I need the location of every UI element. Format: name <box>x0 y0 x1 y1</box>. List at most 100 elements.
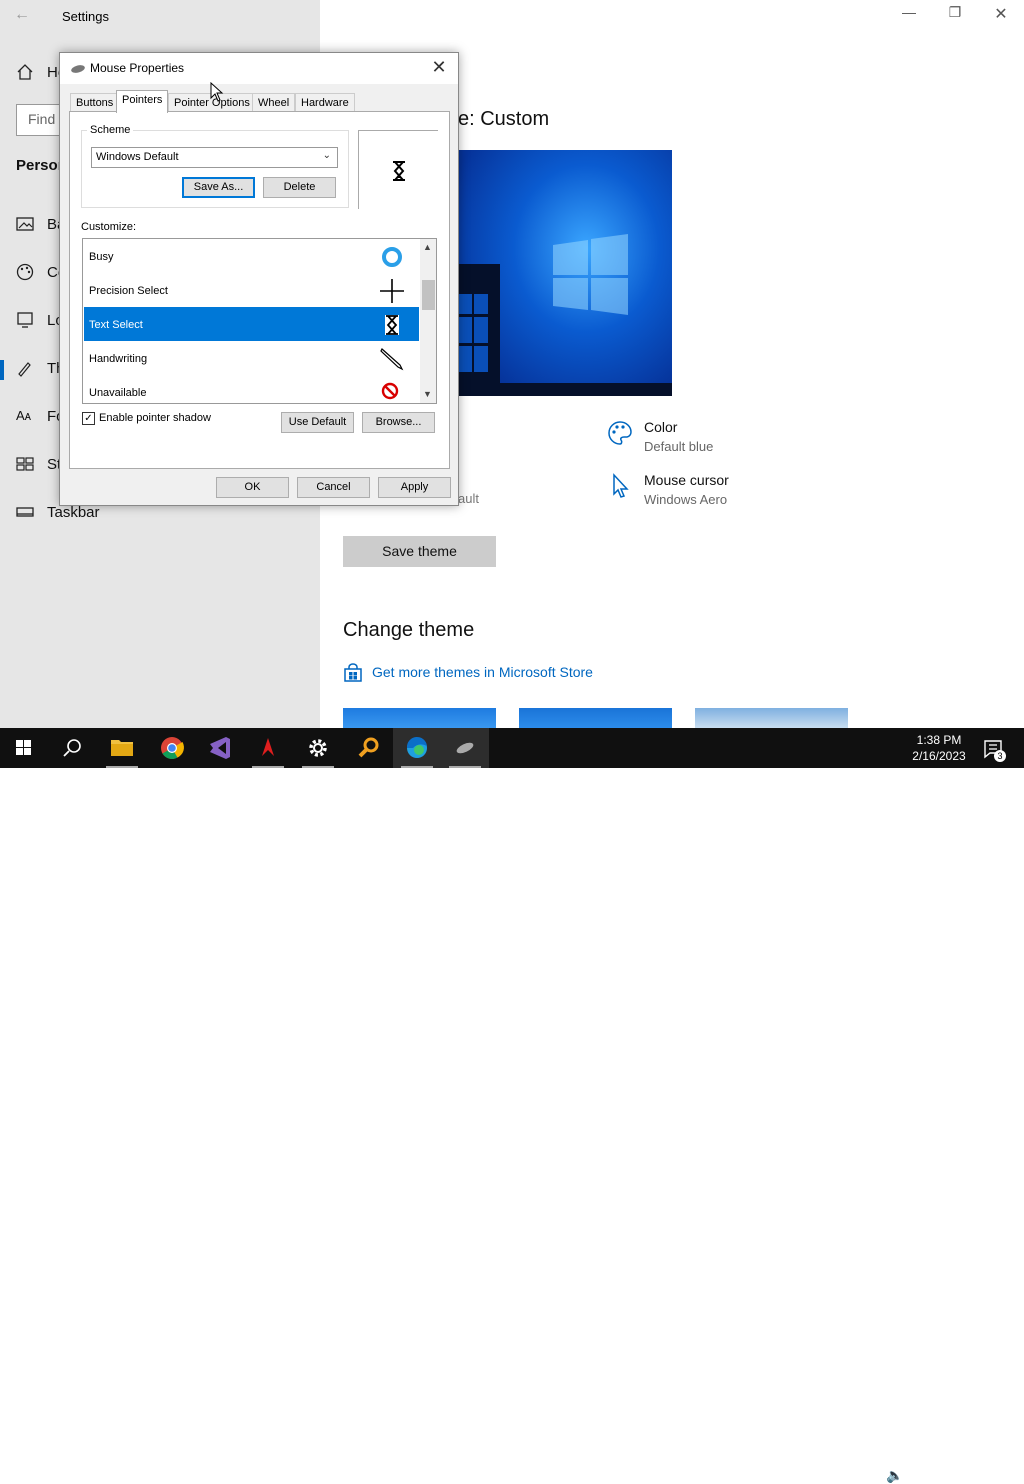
scheme-label: Scheme <box>87 124 134 136</box>
file-explorer-button[interactable] <box>98 728 146 768</box>
theme-thumbnail[interactable] <box>519 708 672 728</box>
mouse-pointer-icon <box>210 82 224 102</box>
use-default-button[interactable]: Use Default <box>281 412 354 433</box>
mouse-properties-dialog: Mouse Properties ✕ Buttons Pointers Poin… <box>59 52 459 506</box>
taskbar-icon <box>16 507 34 517</box>
list-item[interactable]: Text Select <box>84 307 419 341</box>
cursor-list[interactable]: Busy Precision Select Text Select Handwr… <box>82 238 437 404</box>
scheme-value: Windows Default <box>96 151 179 163</box>
scheme-dropdown[interactable]: Windows Default ⌄ <box>91 147 338 168</box>
current-theme-title: e: Custom <box>458 108 550 130</box>
search-app-button[interactable] <box>344 728 392 768</box>
windows-logo-icon <box>16 740 31 755</box>
notification-badge: 3 <box>994 750 1006 762</box>
palette-icon <box>608 421 632 445</box>
apply-button[interactable]: Apply <box>378 477 451 498</box>
pointer-icon <box>613 473 629 498</box>
list-item[interactable]: Precision Select <box>84 273 419 307</box>
gear-icon <box>309 739 327 757</box>
color-title: Color <box>644 419 678 435</box>
folder-icon <box>111 740 133 756</box>
background-icon <box>16 217 34 231</box>
busy-ring-icon <box>382 247 402 267</box>
magnifier-app-icon <box>358 737 379 758</box>
mouse-properties-button[interactable] <box>441 728 489 768</box>
app-button[interactable] <box>244 728 292 768</box>
theme-thumbnail[interactable] <box>695 708 848 728</box>
list-item[interactable]: Unavailable <box>84 375 419 403</box>
hourglass-icon <box>385 315 399 335</box>
visual-studio-icon <box>210 737 230 759</box>
minimize-button[interactable]: — <box>894 4 924 20</box>
clock-time: 1:38 PM <box>916 733 962 747</box>
settings-app-button[interactable] <box>294 728 342 768</box>
home-icon <box>17 64 33 80</box>
visual-studio-button[interactable] <box>196 728 244 768</box>
mouse-icon <box>71 65 85 73</box>
change-theme-heading: Change theme <box>343 619 475 641</box>
color-value: Default blue <box>644 439 714 454</box>
list-item[interactable]: Busy <box>84 239 419 273</box>
store-icon <box>344 663 362 682</box>
taskbar: ⌃ ⚖ □ 🔈 3 <box>0 728 1024 1483</box>
chrome-icon <box>161 737 184 759</box>
pen-icon <box>380 348 404 371</box>
dialog-titlebar[interactable]: Mouse Properties ✕ <box>60 53 458 84</box>
lock-screen-icon <box>17 312 33 328</box>
scroll-down-icon[interactable]: ▼ <box>423 389 432 399</box>
unavailable-icon <box>381 382 399 400</box>
sidebar-item-label: Taskbar <box>47 504 100 521</box>
search-icon <box>63 739 81 757</box>
dialog-title: Mouse Properties <box>90 61 185 75</box>
checkbox-check-icon[interactable]: ✓ <box>82 412 95 425</box>
list-scrollbar[interactable]: ▲ ▼ <box>420 239 436 403</box>
cursor-value: Windows Aero <box>644 492 728 507</box>
cursor-title: Mouse cursor <box>644 472 729 488</box>
colors-icon <box>16 263 34 281</box>
cancel-button[interactable]: Cancel <box>297 477 370 498</box>
search-button[interactable] <box>48 728 96 768</box>
themes-icon <box>18 362 31 377</box>
maximize-button[interactable]: ❐ <box>940 4 970 21</box>
search-placeholder: Find <box>28 111 56 127</box>
save-as-button[interactable]: Save As... <box>182 177 255 198</box>
clock[interactable]: 1:38 PM 2/16/2023 <box>906 732 972 764</box>
start-button[interactable] <box>0 728 48 768</box>
scroll-up-icon[interactable]: ▲ <box>423 242 432 252</box>
save-theme-button[interactable]: Save theme <box>343 536 496 567</box>
mouse-icon <box>456 742 474 754</box>
cursor-preview <box>358 130 438 209</box>
tab-pointers[interactable]: Pointers <box>116 90 169 113</box>
edge-button[interactable] <box>393 728 441 768</box>
chrome-button[interactable] <box>148 728 196 768</box>
scroll-thumb[interactable] <box>422 280 435 310</box>
settings-title: Settings <box>62 9 109 24</box>
list-item[interactable]: Handwriting <box>84 341 419 375</box>
preview-taskbar <box>458 383 672 396</box>
app-red-icon <box>262 738 274 756</box>
customize-label: Customize: <box>81 221 137 233</box>
ok-button[interactable]: OK <box>216 477 289 498</box>
action-center-button[interactable]: 3 <box>982 732 1022 764</box>
volume-icon[interactable]: 🔈 <box>886 1467 903 1484</box>
hourglass-icon <box>393 161 405 181</box>
tab-hardware[interactable]: Hardware <box>295 93 355 112</box>
fonts-icon: Aᴀ <box>16 408 32 423</box>
tab-wheel[interactable]: Wheel <box>252 93 296 112</box>
dialog-close-button[interactable]: ✕ <box>428 57 450 78</box>
theme-thumbnail[interactable] <box>343 708 496 728</box>
start-icon <box>16 457 34 471</box>
close-button[interactable]: ✕ <box>986 4 1016 24</box>
chevron-up-icon[interactable]: ⌃ <box>816 1467 828 1484</box>
preview-window <box>455 264 500 384</box>
tab-buttons[interactable]: Buttons <box>70 93 120 112</box>
edge-icon <box>406 736 427 758</box>
back-arrow-icon[interactable]: ← <box>14 6 30 24</box>
chevron-down-icon: ⌄ <box>322 150 331 161</box>
defender-icon[interactable]: ⚖ <box>838 1467 851 1484</box>
network-icon[interactable]: □ <box>863 1467 871 1483</box>
browse-button[interactable]: Browse... <box>362 412 435 433</box>
crosshair-icon <box>380 279 404 303</box>
partial-value-text: ault <box>458 491 479 506</box>
delete-button[interactable]: Delete <box>263 177 336 198</box>
